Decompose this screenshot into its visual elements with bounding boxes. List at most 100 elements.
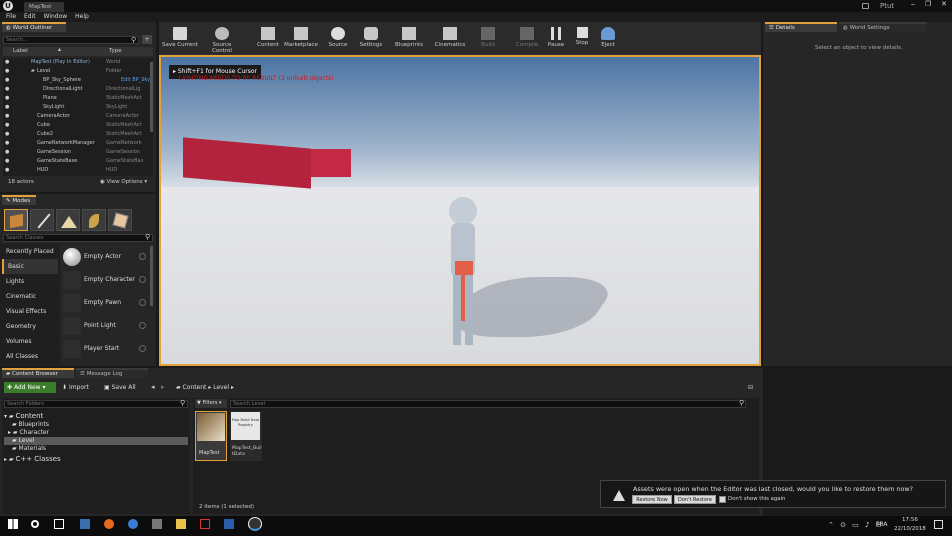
filters-button[interactable]: ▼ Filters ▾ xyxy=(195,399,227,408)
table-row[interactable]: ● Cube StaticMeshAct xyxy=(3,121,153,130)
file-explorer-icon[interactable] xyxy=(176,519,186,529)
breadcrumb-content[interactable]: Content xyxy=(183,384,207,391)
breadcrumb-level[interactable]: Level xyxy=(213,384,229,391)
folder-content[interactable]: ▾ ▰ Content xyxy=(4,412,43,420)
category-visual-effects[interactable]: Visual Effects xyxy=(2,304,58,319)
place-mode-icon[interactable] xyxy=(4,209,28,231)
eye-icon[interactable]: ● xyxy=(5,58,9,67)
import-button[interactable]: ⬇ Import xyxy=(62,382,89,393)
blueprints-button[interactable]: Blueprints xyxy=(389,24,429,52)
notifications-icon[interactable] xyxy=(934,520,943,529)
place-player-start[interactable]: Player Start xyxy=(60,338,152,360)
eye-icon[interactable]: ● xyxy=(5,67,9,76)
paint-mode-icon[interactable] xyxy=(30,209,54,231)
lock-icon[interactable]: ⊟ xyxy=(748,382,753,393)
recorder-icon[interactable] xyxy=(200,519,210,529)
eye-icon[interactable]: ● xyxy=(5,76,9,85)
col-type[interactable]: Type xyxy=(109,48,122,54)
eye-icon[interactable]: ● xyxy=(5,85,9,94)
asset-tile[interactable]: MapTest xyxy=(195,411,227,461)
folder-character[interactable]: ▸ ▰ Character xyxy=(8,429,49,437)
search-folders-input[interactable]: Search Folders xyxy=(4,400,188,408)
category-recently-placed[interactable]: Recently Placed xyxy=(2,244,58,259)
close-button[interactable]: ✕ xyxy=(937,0,951,10)
eye-icon[interactable]: ● xyxy=(5,94,9,103)
clock-time[interactable]: 17:56 xyxy=(902,517,918,523)
place-empty-pawn[interactable]: Empty Pawn xyxy=(60,292,152,314)
geometry-edit-mode-icon[interactable] xyxy=(108,209,132,231)
help-icon[interactable] xyxy=(139,299,146,306)
table-row[interactable]: ● GameNetworkManager GameNetwork xyxy=(3,139,153,148)
eye-icon[interactable]: ● xyxy=(5,139,9,148)
eye-icon[interactable]: ● xyxy=(5,103,9,112)
menu-help[interactable]: Help xyxy=(75,12,89,22)
eye-icon[interactable]: ● xyxy=(5,130,9,139)
restore-now-button[interactable]: Restore Now xyxy=(632,495,672,504)
dont-show-checkbox[interactable] xyxy=(719,496,726,503)
marketplace-button[interactable]: Marketplace xyxy=(281,24,321,52)
folder-level[interactable]: ▰ Level xyxy=(4,437,188,445)
category-volumes[interactable]: Volumes xyxy=(2,334,58,349)
minimize-button[interactable]: ‒ xyxy=(906,0,920,10)
menu-file[interactable]: File xyxy=(6,12,16,22)
category-basic[interactable]: Basic xyxy=(2,259,58,274)
cinematics-button[interactable]: Cinematics xyxy=(430,24,470,52)
foliage-mode-icon[interactable] xyxy=(82,209,106,231)
category-geometry[interactable]: Geometry xyxy=(2,319,58,334)
place-empty-actor[interactable]: Empty Actor xyxy=(60,246,152,268)
eye-icon[interactable]: ● xyxy=(5,166,9,175)
task-view-icon[interactable] xyxy=(54,519,64,529)
save-all-button[interactable]: ▣ Save All xyxy=(104,382,136,393)
table-row[interactable]: ● CameraActor CameraActor xyxy=(3,112,153,121)
tab-world-outliner[interactable]: ◍ World Outliner xyxy=(2,22,66,32)
help-icon[interactable] xyxy=(139,345,146,352)
table-row[interactable]: ● Cube2 StaticMeshAct xyxy=(3,130,153,139)
tab-world-settings[interactable]: ◍ World Settings xyxy=(839,22,927,32)
table-row[interactable]: ● Plane StaticMeshAct xyxy=(3,94,153,103)
category-lights[interactable]: Lights xyxy=(2,274,58,289)
menu-edit[interactable]: Edit xyxy=(24,12,36,22)
table-row[interactable]: ● DirectionalLight DirectionalLig xyxy=(3,85,153,94)
table-row[interactable]: ● GameStateBase GameStateBas xyxy=(3,157,153,166)
windows-start-icon[interactable] xyxy=(8,519,18,529)
eye-icon[interactable]: ● xyxy=(5,157,9,166)
folder-blueprints[interactable]: ▰ Blueprints xyxy=(12,421,49,429)
search-level-input[interactable]: Search Level xyxy=(230,400,746,408)
search-classes-input[interactable]: Search Classes xyxy=(3,234,153,242)
unreal-logo-icon[interactable]: U xyxy=(3,1,13,11)
table-row[interactable]: ● MapTest (Play In Editor) World xyxy=(3,58,153,67)
source-control-icon[interactable] xyxy=(862,3,869,9)
place-empty-character[interactable]: Empty Character xyxy=(60,269,152,291)
tab-content-browser[interactable]: ▰ Content Browser xyxy=(2,368,74,378)
table-row[interactable]: ● SkyLight SkyLight xyxy=(3,103,153,112)
menu-window[interactable]: Window xyxy=(44,12,68,22)
keyboard-language[interactable]: FRA xyxy=(876,521,887,528)
viewport[interactable]: ▸ Shift+F1 for Mouse Cursor LIGHTING NEE… xyxy=(159,55,761,366)
folder-materials[interactable]: ▰ Materials xyxy=(12,445,46,453)
add-folder-icon[interactable]: + xyxy=(142,35,152,44)
search-icon[interactable] xyxy=(31,520,39,528)
eye-icon[interactable]: ● xyxy=(5,112,9,121)
outliner-search-input[interactable]: Search... xyxy=(3,36,139,44)
nav-forward-button[interactable]: ▸ xyxy=(161,382,165,393)
modes-scrollbar[interactable] xyxy=(150,246,153,306)
clock-date[interactable]: 22/10/2018 xyxy=(894,526,926,532)
outliner-scrollbar[interactable] xyxy=(150,62,153,132)
folder-cpp-classes[interactable]: ▸ ▰ C++ Classes xyxy=(4,455,61,463)
asset-tile[interactable]: Map Build Data Registry MapTest_BuiltDat… xyxy=(230,411,262,461)
firefox-icon[interactable] xyxy=(104,519,114,529)
category-cinematic[interactable]: Cinematic xyxy=(2,289,58,304)
tab-details[interactable]: ☰ Details xyxy=(765,22,837,32)
dont-restore-button[interactable]: Don't Restore xyxy=(674,495,716,504)
help-icon[interactable] xyxy=(139,276,146,283)
messenger-icon[interactable] xyxy=(128,519,138,529)
word-icon[interactable] xyxy=(224,519,234,529)
eye-icon[interactable]: ● xyxy=(5,148,9,157)
table-row[interactable]: ● GameSession GameSession xyxy=(3,148,153,157)
settings-button[interactable]: Settings xyxy=(351,24,391,52)
maximize-button[interactable]: ❐ xyxy=(921,0,935,10)
eye-icon[interactable]: ● xyxy=(5,121,9,130)
app-icon[interactable] xyxy=(80,519,90,529)
nav-back-button[interactable]: ◂ xyxy=(151,382,155,393)
build-button[interactable]: Build xyxy=(468,24,508,52)
